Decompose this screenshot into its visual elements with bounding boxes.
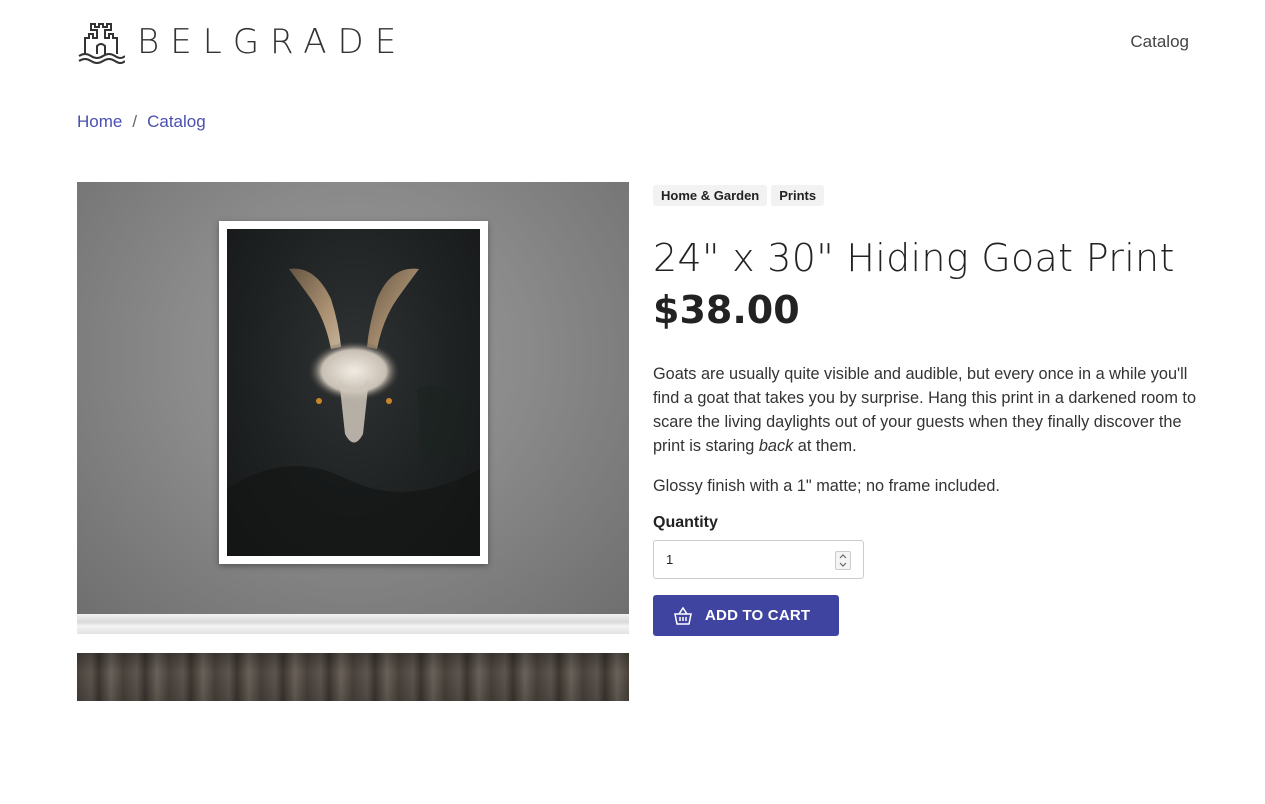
breadcrumb: Home / Catalog xyxy=(77,112,206,132)
product-finish-note: Glossy finish with a 1" matte; no frame … xyxy=(653,477,1000,495)
description-text-end: at them. xyxy=(793,437,857,455)
add-to-cart-label: ADD TO CART xyxy=(705,607,811,624)
tag-prints[interactable]: Prints xyxy=(771,185,825,206)
castle-icon xyxy=(78,23,125,64)
nav-catalog-link[interactable]: Catalog xyxy=(1130,32,1189,52)
add-to-cart-button[interactable]: ADD TO CART xyxy=(653,595,839,636)
wall-trim xyxy=(77,614,629,634)
product-price: $38.00 xyxy=(653,288,800,332)
description-emphasis: back xyxy=(758,437,794,455)
chevron-up-down-icon[interactable] xyxy=(835,551,851,570)
print-frame xyxy=(219,221,488,564)
basket-icon xyxy=(674,606,692,625)
product-image xyxy=(77,182,629,701)
wood-floor xyxy=(77,653,629,701)
product-info: Home & Garden Prints 24" x 30" Hiding Go… xyxy=(653,185,1213,636)
product-description: Goats are usually quite visible and audi… xyxy=(653,362,1213,458)
product-tags: Home & Garden Prints xyxy=(653,185,1213,206)
goat-illustration xyxy=(227,268,480,556)
image-gap xyxy=(77,634,629,653)
brand-logo[interactable]: BELGRADE xyxy=(77,20,407,64)
brand-name: BELGRADE xyxy=(137,22,408,62)
tag-home-garden[interactable]: Home & Garden xyxy=(653,185,768,206)
breadcrumb-catalog-link[interactable]: Catalog xyxy=(147,112,206,132)
goat-artwork xyxy=(227,229,480,556)
product-title: 24" x 30" Hiding Goat Print xyxy=(653,236,1175,280)
quantity-value: 1 xyxy=(666,552,674,567)
quantity-label: Quantity xyxy=(653,514,718,531)
breadcrumb-separator: / xyxy=(132,112,138,131)
description-text: Goats are usually quite visible and audi… xyxy=(653,365,1197,455)
breadcrumb-home-link[interactable]: Home xyxy=(77,112,122,132)
site-header: BELGRADE Catalog xyxy=(77,20,1189,64)
quantity-stepper[interactable]: 1 xyxy=(653,540,864,579)
